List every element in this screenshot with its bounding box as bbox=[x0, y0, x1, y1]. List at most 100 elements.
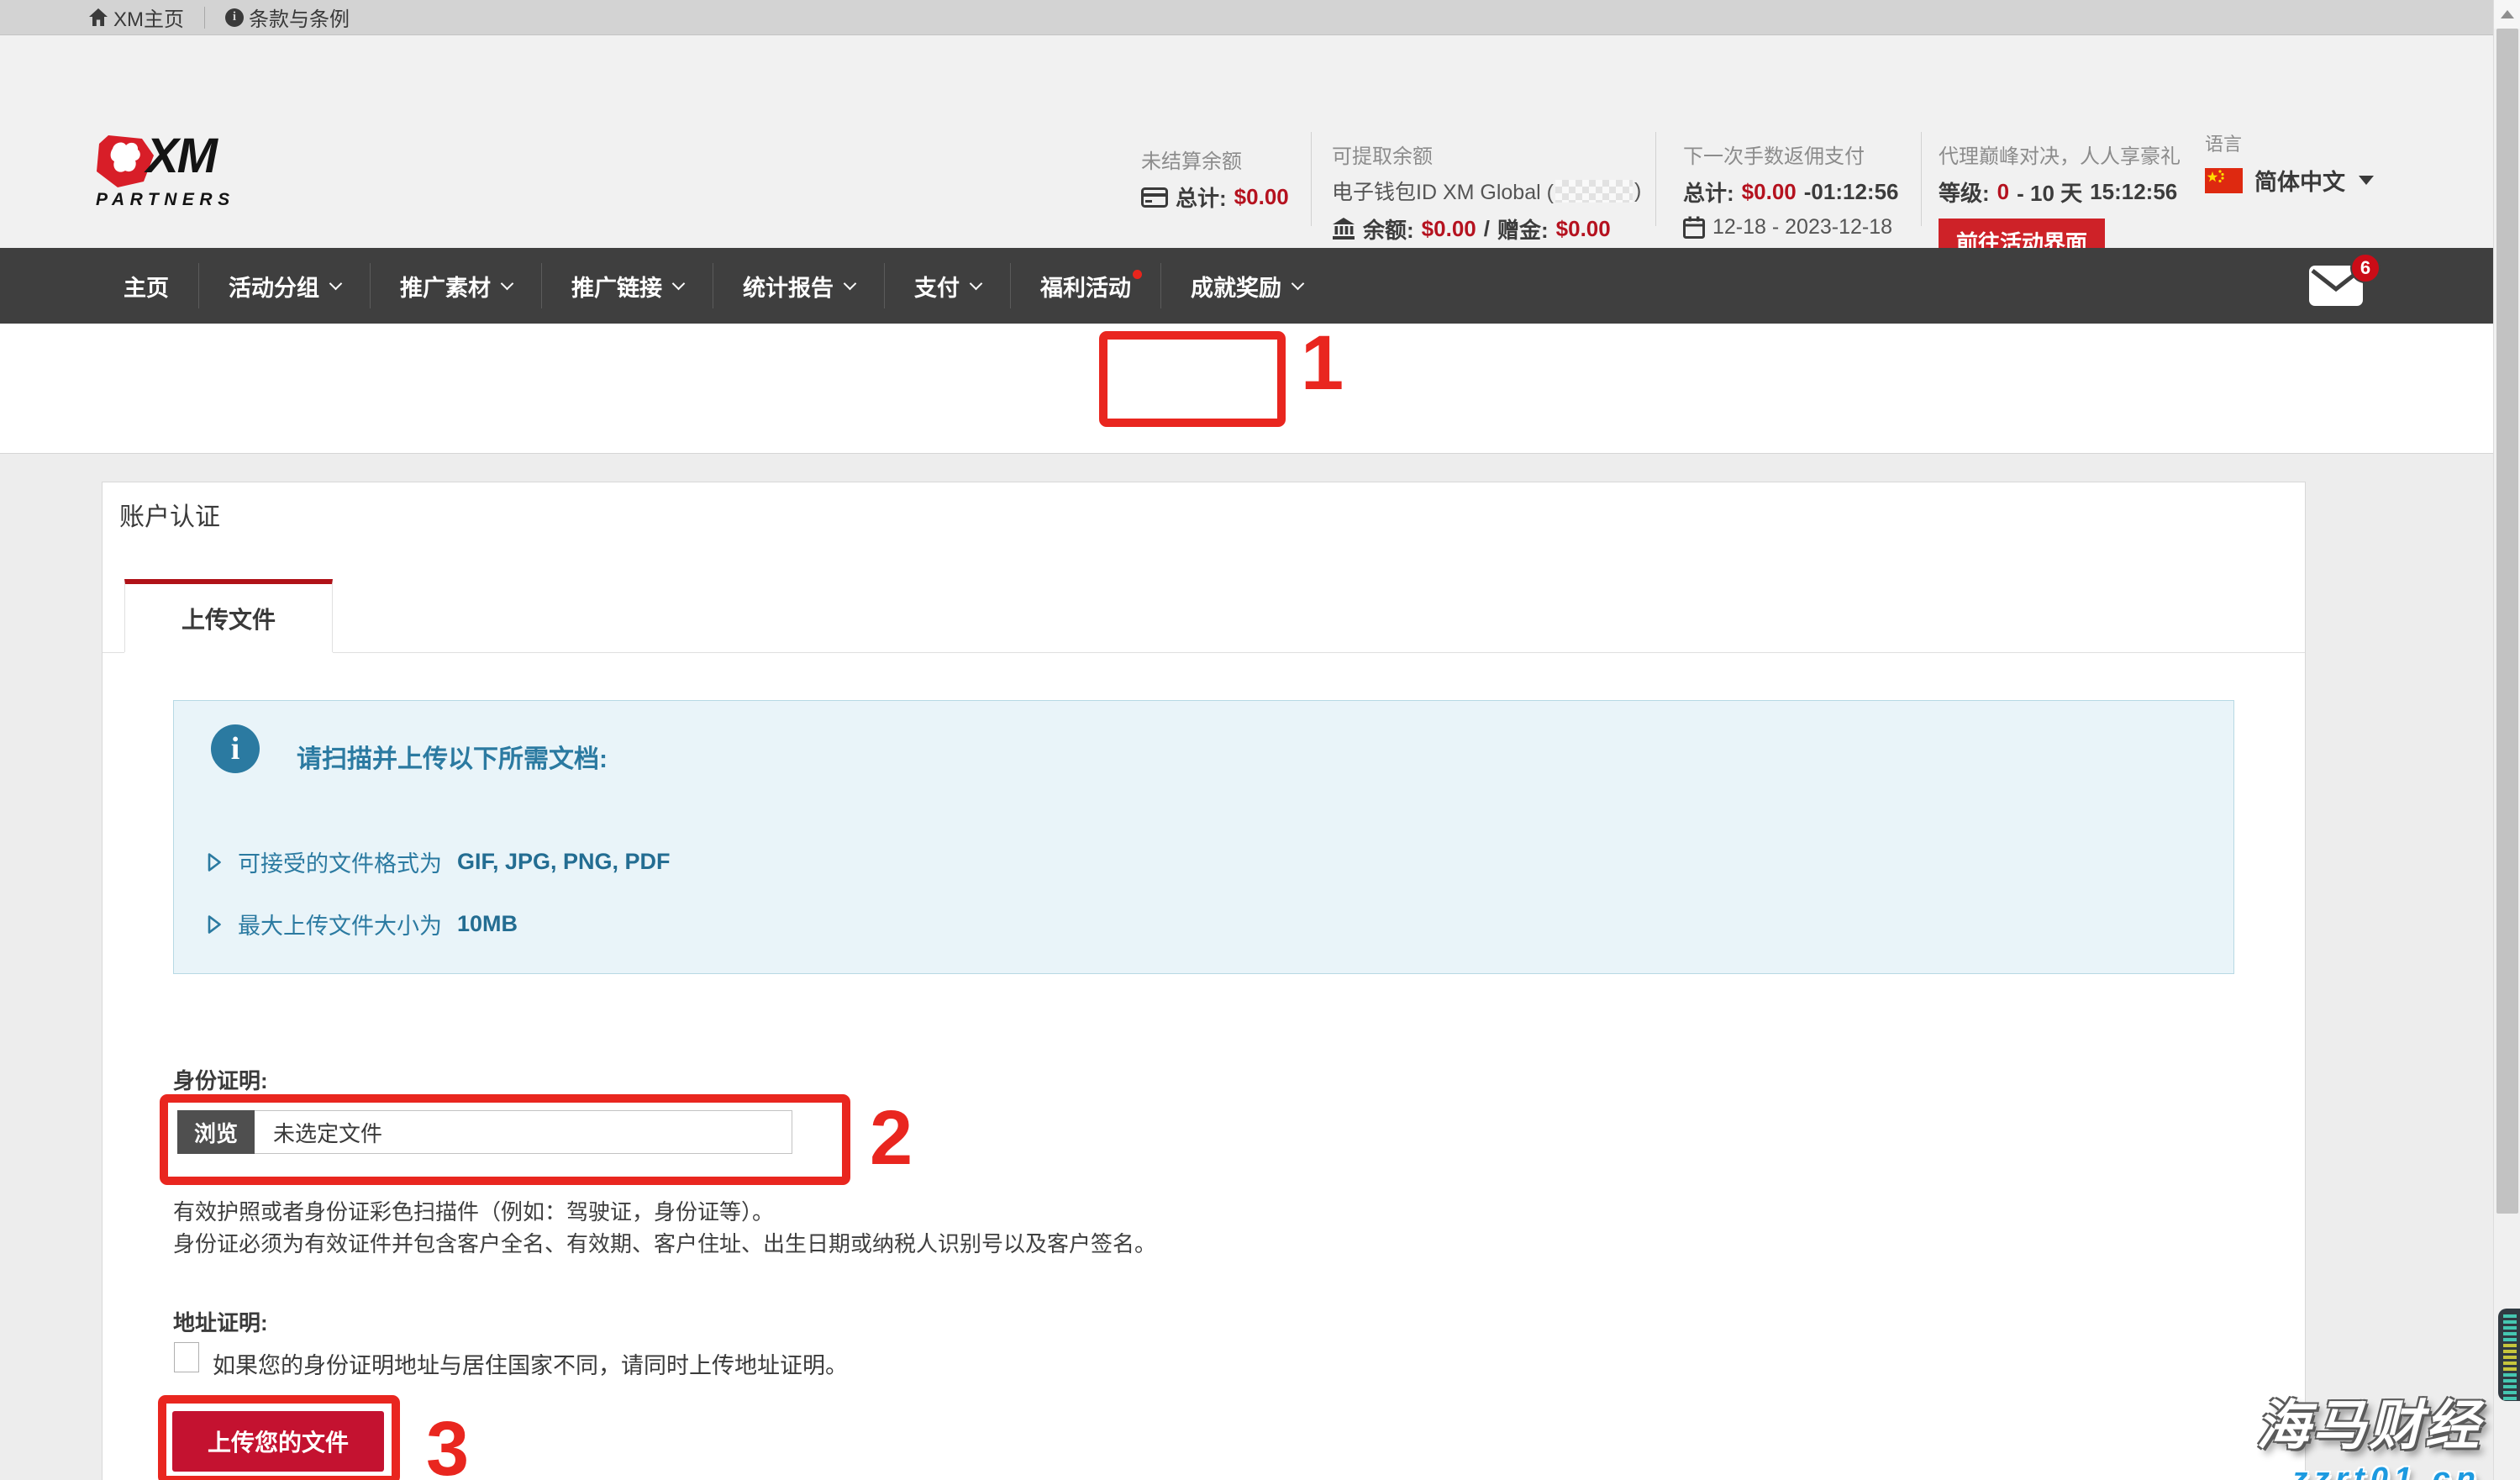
scrollbar bbox=[2493, 0, 2520, 1480]
identity-desc-line1: 有效护照或者身份证彩色扫描件（例如：驾驶证，身份证等）。 bbox=[173, 1195, 774, 1226]
nav-item-benefits[interactable]: 福利活动 bbox=[1010, 263, 1160, 308]
rebate-countdown: -01:12:56 bbox=[1804, 179, 1899, 205]
annotation-number-1: 1 bbox=[1301, 324, 1344, 402]
chevron-down-icon bbox=[2359, 176, 2374, 185]
chevron-down-icon bbox=[501, 277, 514, 290]
messages-button[interactable]: 6 bbox=[2308, 265, 2367, 308]
identity-desc-line2: 身份证必须为有效证件并包含客户全名、有效期、客户住址、出生日期或纳税人识别号以及… bbox=[173, 1227, 1156, 1258]
identity-proof-label: 身份证明: bbox=[173, 1064, 268, 1095]
upload-your-file-button[interactable]: 上传您的文件 bbox=[172, 1411, 384, 1472]
browse-button[interactable]: 浏览 bbox=[177, 1110, 255, 1154]
play-bullet-icon bbox=[206, 914, 223, 935]
page-title: 账户认证 bbox=[119, 496, 220, 533]
header-divider bbox=[1921, 132, 1922, 226]
header: XM PARTNERS 未结算余额 总计: $0.00 可提取余额 电子钱包ID… bbox=[0, 35, 2493, 248]
language-selector[interactable]: 简体中文 bbox=[2205, 164, 2374, 197]
unsettled-label: 未结算余额 bbox=[1141, 145, 1289, 174]
nav-item-promo-links[interactable]: 推广链接 bbox=[541, 263, 713, 308]
language-section: 语言 简体中文 bbox=[2205, 129, 2374, 197]
nav-item-promo-materials[interactable]: 推广素材 bbox=[370, 263, 541, 308]
wallet-bonus-value: $0.00 bbox=[1556, 216, 1611, 242]
chevron-down-icon bbox=[672, 277, 686, 290]
info-item-text: 最大上传文件大小为 bbox=[238, 908, 442, 940]
nav-label: 主页 bbox=[124, 270, 169, 303]
unsettled-total-value: $0.00 bbox=[1234, 184, 1289, 210]
nav-item-achievements[interactable]: 成就奖励 bbox=[1160, 263, 1332, 308]
nav-label: 推广素材 bbox=[400, 270, 491, 303]
nav-label: 统计报告 bbox=[743, 270, 834, 303]
chevron-down-icon bbox=[1292, 277, 1305, 290]
user-bar: 尊敬的SAN，您好 当前等级： Bronze 升级攻略 代理成就奖励计划，尊享更… bbox=[0, 324, 2493, 454]
card-icon bbox=[1141, 187, 1168, 208]
nav-item-home[interactable]: 主页 bbox=[94, 263, 198, 308]
contest-label: 代理巅峰对决，人人享豪礼 bbox=[1939, 140, 2181, 169]
topbar-home-label: XM主页 bbox=[113, 3, 184, 32]
nav-label: 活动分组 bbox=[229, 270, 319, 303]
wallet-separator: / bbox=[1484, 216, 1490, 242]
unsettled-total-label: 总计: bbox=[1176, 182, 1227, 213]
logo-partners-text: PARTNERS bbox=[96, 190, 235, 210]
bank-icon bbox=[1332, 218, 1355, 240]
nav-item-statistics-reports[interactable]: 统计报告 bbox=[713, 263, 884, 308]
chevron-down-icon bbox=[329, 277, 343, 290]
mail-badge: 6 bbox=[2350, 253, 2381, 283]
contest-range: - 10 天 bbox=[2017, 176, 2082, 208]
withdrawable-balance-section: 可提取余额 电子钱包ID XM Global ( ) 余额: $0.00 / 赠… bbox=[1332, 140, 1641, 245]
scrollbar-thumb[interactable] bbox=[2496, 29, 2518, 1214]
play-bullet-icon bbox=[206, 851, 223, 873]
annotation-number-3: 3 bbox=[426, 1410, 469, 1480]
topbar-link-terms[interactable]: 条款与条例 bbox=[225, 3, 350, 32]
nav-items: 主页 活动分组 推广素材 推广链接 统计报告 支付 bbox=[94, 248, 1332, 324]
home-icon bbox=[88, 8, 108, 27]
header-divider bbox=[1311, 132, 1312, 226]
info-item-bold: 10MB bbox=[457, 911, 518, 937]
topbar-link-xm-home[interactable]: XM主页 bbox=[88, 3, 184, 32]
contest-level-value: 0 bbox=[1997, 179, 2009, 205]
arrow-up-icon bbox=[2501, 10, 2514, 18]
info-heading: 请扫描并上传以下所需文档: bbox=[297, 738, 608, 775]
rebate-total-label: 总计: bbox=[1683, 176, 1734, 208]
rebate-label: 下一次手数返佣支付 bbox=[1683, 140, 1898, 169]
contest-countdown: 15:12:56 bbox=[2090, 179, 2177, 205]
unsettled-balance-section: 未结算余额 总计: $0.00 bbox=[1141, 145, 1289, 213]
info-circle-icon bbox=[211, 724, 260, 773]
wallet-label: 可提取余额 bbox=[1332, 140, 1641, 169]
language-label: 语言 bbox=[2205, 129, 2374, 156]
notification-dot bbox=[1133, 270, 1142, 279]
tab-upload-file[interactable]: 上传文件 bbox=[124, 579, 333, 653]
file-selected-value[interactable]: 未选定文件 bbox=[255, 1110, 792, 1154]
language-selected: 简体中文 bbox=[2254, 164, 2345, 197]
info-icon bbox=[225, 8, 244, 27]
next-rebate-section: 下一次手数返佣支付 总计: $0.00 -01:12:56 12-18 - 20… bbox=[1683, 140, 1898, 240]
topbar: XM主页 条款与条例 bbox=[0, 0, 2493, 35]
nav-label: 支付 bbox=[914, 270, 960, 303]
tab-underline bbox=[103, 652, 2305, 653]
nav-label: 成就奖励 bbox=[1191, 270, 1281, 303]
chevron-down-icon bbox=[844, 277, 857, 290]
info-item-size: 最大上传文件大小为 10MB bbox=[206, 908, 518, 940]
rebate-total-value: $0.00 bbox=[1742, 179, 1797, 205]
info-box: 请扫描并上传以下所需文档: 可接受的文件格式为 GIF, JPG, PNG, P… bbox=[173, 700, 2234, 974]
header-divider bbox=[1655, 132, 1656, 226]
nav-item-payments[interactable]: 支付 bbox=[884, 263, 1010, 308]
address-proof-checkbox[interactable] bbox=[174, 1342, 199, 1372]
logo-xm-text: XM bbox=[146, 128, 216, 184]
rebate-date-range: 12-18 - 2023-12-18 bbox=[1712, 215, 1892, 240]
calendar-icon bbox=[1683, 216, 1705, 239]
wallet-id-prefix: 电子钱包ID XM Global ( bbox=[1332, 176, 1554, 206]
address-proof-label: 地址证明: bbox=[173, 1306, 268, 1337]
wallet-bonus-label: 赠金: bbox=[1497, 213, 1549, 245]
address-checkbox-text: 如果您的身份证明地址与居住国家不同，请同时上传地址证明。 bbox=[213, 1347, 848, 1380]
contest-section: 代理巅峰对决，人人享豪礼 等级: 0 - 10 天 15:12:56 前往活动界… bbox=[1939, 140, 2181, 265]
nav-item-activity-groups[interactable]: 活动分组 bbox=[198, 263, 370, 308]
wallet-id-suffix: ) bbox=[1634, 179, 1641, 203]
wallet-balance-value: $0.00 bbox=[1422, 216, 1476, 242]
identity-file-input: 浏览 未选定文件 bbox=[177, 1110, 792, 1154]
xm-partners-logo[interactable]: XM PARTNERS bbox=[94, 140, 262, 227]
china-flag-icon bbox=[2205, 168, 2243, 193]
topbar-terms-label: 条款与条例 bbox=[249, 3, 350, 32]
scroll-up-button[interactable] bbox=[2494, 0, 2520, 29]
main-nav: 主页 活动分组 推广素材 推广链接 统计报告 支付 bbox=[0, 248, 2493, 324]
nav-label: 推广链接 bbox=[571, 270, 662, 303]
wallet-balance-label: 余额: bbox=[1363, 213, 1414, 245]
